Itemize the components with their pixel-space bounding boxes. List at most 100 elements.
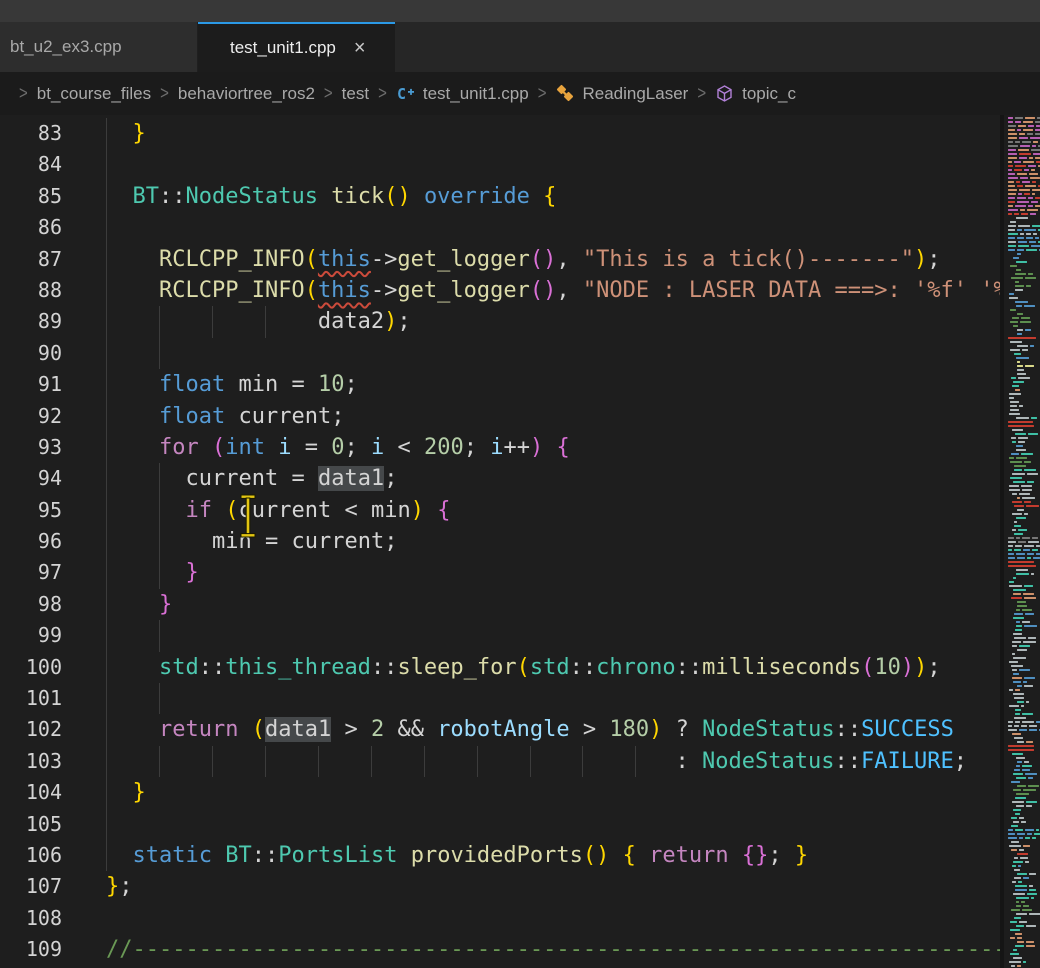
code-line[interactable]: 93 for (int i = 0; i < 200; i++) { bbox=[0, 432, 1001, 463]
code-text: //--------------------------------------… bbox=[106, 934, 1001, 965]
code-line[interactable]: 86 bbox=[0, 212, 1001, 243]
minimap-row bbox=[1008, 429, 1040, 431]
code-line[interactable]: 85 BT::NodeStatus tick() override { bbox=[0, 181, 1001, 212]
line-number: 89 bbox=[0, 306, 62, 337]
code-line[interactable]: 90 bbox=[0, 338, 1001, 369]
code-line[interactable]: 95 if (current < min) { bbox=[0, 495, 1001, 526]
minimap-row bbox=[1008, 313, 1040, 315]
minimap-row bbox=[1008, 285, 1040, 287]
line-number: 97 bbox=[0, 557, 62, 588]
code-line[interactable]: 91 float min = 10; bbox=[0, 369, 1001, 400]
code-line[interactable]: 84 bbox=[0, 149, 1001, 180]
code-line[interactable]: 83 } bbox=[0, 118, 1001, 149]
cpp-file-icon: C bbox=[396, 84, 415, 103]
indent-guide bbox=[159, 620, 160, 651]
indent-guide bbox=[106, 683, 107, 714]
code-line[interactable]: 107}; bbox=[0, 871, 1001, 902]
code-line[interactable]: 108 bbox=[0, 903, 1001, 934]
minimap-row bbox=[1008, 653, 1040, 655]
minimap-row bbox=[1008, 301, 1040, 303]
minimap-row bbox=[1008, 549, 1040, 551]
minimap-row bbox=[1008, 353, 1040, 355]
minimap-row bbox=[1008, 941, 1040, 943]
minimap-row bbox=[1008, 241, 1040, 243]
minimap-row bbox=[1008, 857, 1040, 859]
breadcrumb-item-test-unit1-cpp[interactable]: C test_unit1.cpp bbox=[396, 84, 529, 104]
line-number: 83 bbox=[0, 118, 62, 149]
code-line[interactable]: 89 data2); bbox=[0, 306, 1001, 337]
code-line[interactable]: 94 current = data1; bbox=[0, 463, 1001, 494]
minimap[interactable] bbox=[1000, 115, 1040, 968]
minimap-row bbox=[1008, 357, 1040, 359]
minimap-row bbox=[1008, 685, 1040, 687]
minimap-row bbox=[1008, 721, 1040, 723]
minimap-row bbox=[1008, 501, 1040, 503]
tab-bt-u2-ex3[interactable]: bt_u2_ex3.cpp bbox=[0, 22, 198, 72]
code-text: float current; bbox=[106, 401, 344, 432]
minimap-row bbox=[1008, 909, 1040, 911]
code-line[interactable]: 105 bbox=[0, 809, 1001, 840]
minimap-row bbox=[1008, 473, 1040, 475]
breadcrumb-item-behaviortree-ros2[interactable]: behaviortree_ros2 bbox=[178, 84, 315, 104]
chevron-right-icon: > bbox=[378, 83, 387, 104]
code-line[interactable]: 97 } bbox=[0, 557, 1001, 588]
minimap-row bbox=[1008, 281, 1040, 283]
breadcrumb-item-readinglaser[interactable]: ReadingLaser bbox=[555, 84, 688, 104]
minimap-row bbox=[1008, 793, 1040, 795]
code-line[interactable]: 104 } bbox=[0, 777, 1001, 808]
code-line[interactable]: 101 bbox=[0, 683, 1001, 714]
tab-test-unit1[interactable]: test_unit1.cpp × bbox=[198, 22, 395, 72]
minimap-row bbox=[1008, 789, 1040, 791]
code-line[interactable]: 103 : NodeStatus::FAILURE; bbox=[0, 746, 1001, 777]
code-text: return (data1 > 2 && robotAngle > 180) ?… bbox=[106, 714, 954, 745]
minimap-row bbox=[1008, 297, 1040, 299]
code-line[interactable]: 100 std::this_thread::sleep_for(std::chr… bbox=[0, 652, 1001, 683]
minimap-row bbox=[1008, 805, 1040, 807]
minimap-row bbox=[1008, 469, 1040, 471]
minimap-row bbox=[1008, 713, 1040, 715]
breadcrumb-item-bt-course-files[interactable]: bt_course_files bbox=[37, 84, 151, 104]
code-text: current = data1; bbox=[106, 463, 397, 494]
minimap-row bbox=[1008, 205, 1040, 207]
code-line[interactable]: 98 } bbox=[0, 589, 1001, 620]
code-lines[interactable]: 83 }8485 BT::NodeStatus tick() override … bbox=[0, 115, 1001, 968]
minimap-row bbox=[1008, 821, 1040, 823]
minimap-row bbox=[1008, 421, 1040, 423]
minimap-row bbox=[1008, 413, 1040, 415]
breadcrumb-item-topic-callback[interactable]: topic_c bbox=[715, 84, 796, 104]
code-line[interactable]: 87 RCLCPP_INFO(this->get_logger(), "This… bbox=[0, 244, 1001, 275]
minimap-row bbox=[1008, 261, 1040, 263]
minimap-row bbox=[1008, 965, 1040, 967]
minimap-row bbox=[1008, 201, 1040, 203]
code-line[interactable]: 92 float current; bbox=[0, 401, 1001, 432]
minimap-row bbox=[1008, 625, 1040, 627]
minimap-row bbox=[1008, 165, 1040, 167]
minimap-row bbox=[1008, 869, 1040, 871]
minimap-row bbox=[1008, 553, 1040, 555]
close-tab-icon[interactable]: × bbox=[354, 38, 366, 58]
minimap-row bbox=[1008, 697, 1040, 699]
code-line[interactable]: 96 min = current; bbox=[0, 526, 1001, 557]
minimap-row bbox=[1008, 137, 1040, 139]
code-line[interactable]: 88 RCLCPP_INFO(this->get_logger(), "NODE… bbox=[0, 275, 1001, 306]
minimap-row bbox=[1008, 253, 1040, 255]
code-line[interactable]: 102 return (data1 > 2 && robotAngle > 18… bbox=[0, 714, 1001, 745]
code-line[interactable]: 99 bbox=[0, 620, 1001, 651]
minimap-row bbox=[1008, 813, 1040, 815]
minimap-row bbox=[1008, 957, 1040, 959]
minimap-row bbox=[1008, 397, 1040, 399]
minimap-row bbox=[1008, 273, 1040, 275]
minimap-row bbox=[1008, 457, 1040, 459]
breadcrumb-item-test[interactable]: test bbox=[342, 84, 369, 104]
minimap-row bbox=[1008, 197, 1040, 199]
code-line[interactable]: 106 static BT::PortsList providedPorts()… bbox=[0, 840, 1001, 871]
minimap-row bbox=[1008, 705, 1040, 707]
minimap-row bbox=[1008, 505, 1040, 507]
minimap-row bbox=[1008, 665, 1040, 667]
line-number: 94 bbox=[0, 463, 62, 494]
minimap-row bbox=[1008, 761, 1040, 763]
code-line[interactable]: 109//-----------------------------------… bbox=[0, 934, 1001, 965]
code-text: } bbox=[106, 118, 146, 149]
minimap-row bbox=[1008, 381, 1040, 383]
code-text: if (current < min) { bbox=[106, 495, 450, 526]
